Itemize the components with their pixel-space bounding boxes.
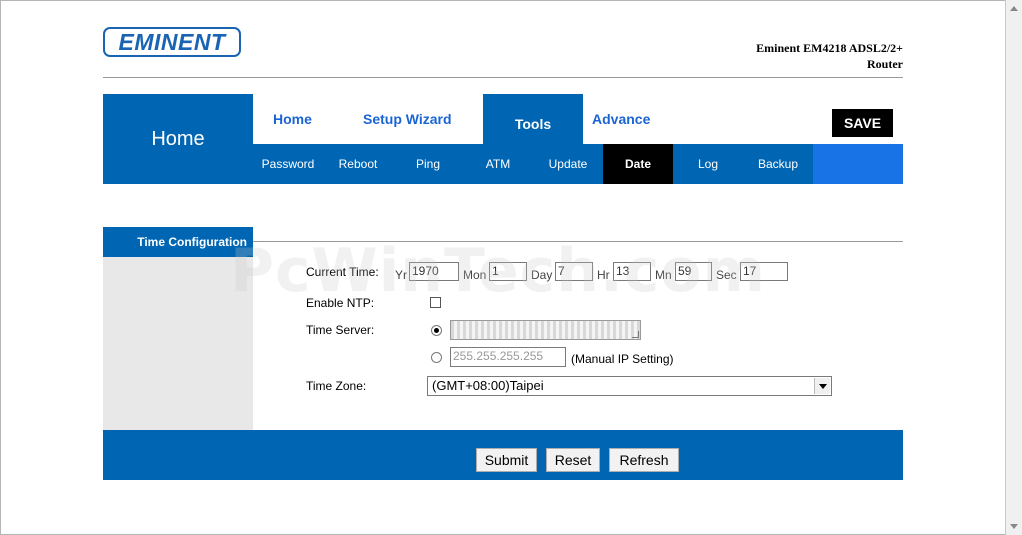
year-field[interactable]: 1970 xyxy=(409,262,459,281)
tab-advance[interactable]: Advance xyxy=(592,94,650,144)
section-title: Home xyxy=(103,94,253,184)
subtab-ping[interactable]: Ping xyxy=(393,144,463,184)
scroll-up-icon[interactable] xyxy=(1010,6,1018,11)
main-tabs: Home Setup Wizard Tools Advance xyxy=(253,94,903,144)
subtab-log[interactable]: Log xyxy=(673,144,743,184)
minute-label: Mn xyxy=(655,268,672,282)
time-zone-label: Time Zone: xyxy=(306,379,367,393)
time-server-manual-radio[interactable] xyxy=(431,352,442,363)
time-zone-select[interactable]: (GMT+08:00)Taipei xyxy=(427,376,832,396)
second-field[interactable]: 17 xyxy=(740,262,788,281)
second-label: Sec xyxy=(716,268,737,282)
time-server-select[interactable] xyxy=(450,320,641,340)
chevron-down-icon[interactable] xyxy=(814,378,830,394)
submit-button[interactable]: Submit xyxy=(476,448,537,472)
refresh-button[interactable]: Refresh xyxy=(609,448,679,472)
save-button[interactable]: SAVE xyxy=(832,109,893,137)
minute-field[interactable]: 59 xyxy=(675,262,712,281)
sidebar-title: Time Configuration xyxy=(103,227,253,257)
sub-tabs: Password Reboot Ping ATM Update Date Log… xyxy=(253,144,903,184)
sidebar-panel xyxy=(103,257,253,430)
tab-home[interactable]: Home xyxy=(273,94,312,144)
manual-ip-field[interactable]: 255.255.255.255 xyxy=(450,347,566,367)
hour-field[interactable]: 13 xyxy=(613,262,651,281)
month-field[interactable]: 1 xyxy=(489,262,527,281)
subtab-update[interactable]: Update xyxy=(533,144,603,184)
model-line-1: Eminent EM4218 ADSL2/2+ xyxy=(756,41,903,55)
subtab-backup[interactable]: Backup xyxy=(743,144,813,184)
tab-setup-wizard[interactable]: Setup Wizard xyxy=(363,94,452,144)
manual-ip-note: (Manual IP Setting) xyxy=(571,352,674,366)
day-field[interactable]: 7 xyxy=(555,262,593,281)
content-divider xyxy=(253,241,903,242)
time-server-label: Time Server: xyxy=(306,323,375,337)
tab-tools[interactable]: Tools xyxy=(483,94,583,144)
current-time-label: Current Time: xyxy=(306,265,379,279)
subtab-atm[interactable]: ATM xyxy=(463,144,533,184)
enable-ntp-checkbox[interactable] xyxy=(430,297,441,308)
month-label: Mon xyxy=(463,268,487,282)
time-server-preset-radio[interactable] xyxy=(431,325,442,336)
header-divider xyxy=(103,77,903,78)
scroll-down-icon[interactable] xyxy=(1010,524,1018,529)
subtab-password[interactable]: Password xyxy=(253,144,323,184)
sub-tabs-filler xyxy=(813,144,903,184)
day-label: Day xyxy=(531,268,553,282)
subtab-date[interactable]: Date xyxy=(603,144,673,184)
year-label: Yr xyxy=(395,268,407,282)
vertical-scrollbar[interactable] xyxy=(1005,0,1022,535)
resize-grip-icon xyxy=(632,331,639,338)
enable-ntp-label: Enable NTP: xyxy=(306,296,375,310)
time-zone-value: (GMT+08:00)Taipei xyxy=(432,378,544,393)
hour-label: Hr xyxy=(597,268,610,282)
eminent-logo: EMINENT xyxy=(103,27,241,57)
model-name: Eminent EM4218 ADSL2/2+ Router xyxy=(703,40,903,72)
reset-button[interactable]: Reset xyxy=(546,448,600,472)
model-line-2: Router xyxy=(867,57,903,71)
subtab-reboot[interactable]: Reboot xyxy=(323,144,393,184)
